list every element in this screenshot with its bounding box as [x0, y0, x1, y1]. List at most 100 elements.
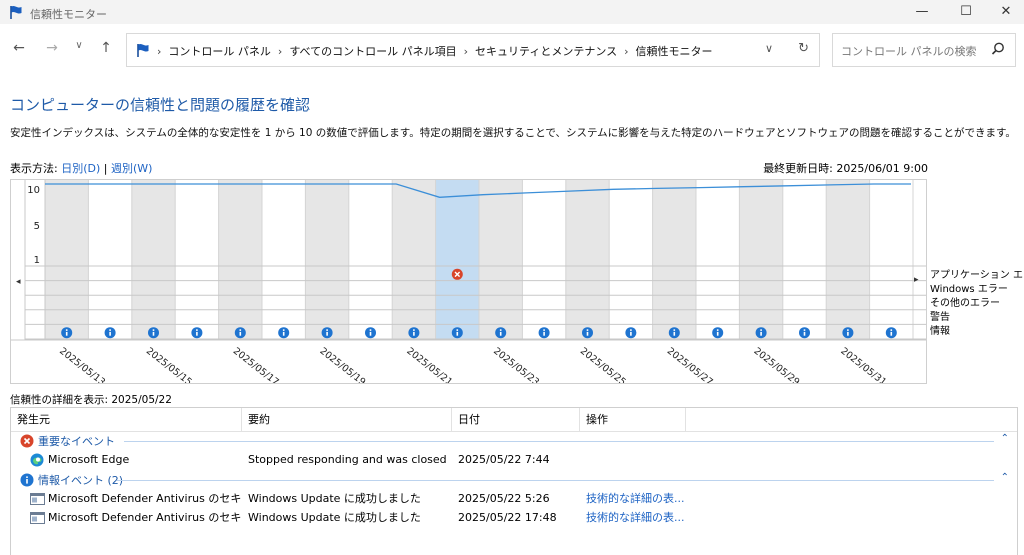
control-panel-flag-icon	[137, 43, 149, 57]
details-table: 発生元 要約 日付 ⌃ 操作 重要なイベント ⌃ Microsoft Edge …	[10, 407, 1018, 555]
refresh-icon[interactable]: ↻	[798, 41, 809, 56]
table-row[interactable]: Microsoft Defender Antivirus のセキュリ... Wi…	[11, 509, 1017, 527]
info-marker-stem	[282, 331, 285, 336]
date-column[interactable]	[392, 180, 436, 340]
date-column[interactable]	[652, 180, 696, 340]
forward-arrow-icon[interactable]: →	[43, 40, 61, 56]
x-tick-label: 2025/05/13	[57, 346, 107, 383]
info-marker-stem	[890, 331, 893, 336]
event-legend: アプリケーション エラー Windows エラー その他のエラー 警告 情報	[930, 269, 1024, 339]
address-bar[interactable]: › コントロール パネル › すべてのコントロール パネル項目 › セキュリティとメンテナ…	[126, 33, 820, 67]
breadcrumb-security-maintenance[interactable]: セキュリティとメンテナンス	[475, 45, 617, 58]
info-marker-dot	[326, 329, 328, 331]
back-arrow-icon[interactable]: ←	[10, 40, 28, 56]
info-marker-stem	[673, 331, 676, 336]
breadcrumb-all-items[interactable]: すべてのコントロール パネル項目	[289, 45, 456, 58]
date-column[interactable]	[826, 180, 870, 340]
reliability-chart[interactable]: 10 5 1 ◂ 2025/05/13 2025/05/15 2025/05/17 2025/…	[10, 179, 927, 388]
row-source: Microsoft Defender Antivirus のセキュリ...	[48, 492, 242, 505]
search-placeholder: コントロール パネルの検索	[841, 45, 977, 58]
info-marker-stem	[109, 331, 111, 336]
table-row[interactable]: Microsoft Edge Stopped responding and wa…	[11, 451, 1017, 469]
info-marker-dot	[673, 329, 676, 331]
view-by-label: 表示方法:	[10, 162, 62, 175]
info-marker-stem	[456, 331, 459, 336]
info-marker-dot	[716, 329, 719, 331]
view-weekly-link[interactable]: 週別(W)	[111, 162, 152, 175]
legend-info: 情報	[930, 326, 950, 337]
collapse-chevron-icon[interactable]: ⌃	[1001, 433, 1009, 444]
header-divider	[11, 431, 1017, 432]
breadcrumb-reliability-monitor[interactable]: 信頼性モニター	[636, 45, 713, 58]
critical-events-group[interactable]: 重要なイベント ⌃	[11, 433, 1017, 449]
error-icon	[20, 434, 34, 448]
date-column[interactable]	[869, 180, 913, 340]
date-column[interactable]	[348, 180, 393, 340]
info-marker-stem	[152, 331, 155, 336]
row-date: 2025/05/22 17:48	[458, 511, 557, 524]
view-by: 表示方法: 日別(D) | 週別(W)	[10, 160, 152, 176]
legend-windows-error: Windows エラー	[930, 284, 1008, 295]
date-column[interactable]	[696, 180, 740, 340]
search-box[interactable]: コントロール パネルの検索	[832, 33, 1016, 67]
info-marker-stem	[239, 331, 242, 336]
date-column[interactable]	[609, 180, 653, 340]
info-marker-dot	[282, 329, 285, 331]
date-column[interactable]	[305, 180, 349, 340]
info-marker-stem	[326, 331, 328, 336]
info-marker-stem	[65, 331, 68, 336]
info-marker-dot	[630, 329, 632, 331]
window-app-icon	[30, 512, 45, 524]
info-marker-stem	[630, 331, 632, 336]
info-marker-dot	[890, 329, 893, 331]
info-events-group[interactable]: 情報イベント (2) ⌃	[11, 472, 1017, 488]
info-marker-stem	[803, 331, 806, 336]
row-source: Microsoft Edge	[48, 453, 130, 466]
reliability-chart-svg: 10 5 1 ◂ 2025/05/13 2025/05/15 2025/05/17 2025/…	[11, 180, 926, 388]
collapse-chevron-icon[interactable]: ⌃	[1001, 472, 1009, 483]
date-column[interactable]	[739, 180, 783, 340]
table-row[interactable]: Microsoft Defender Antivirus のセキュリ... Wi…	[11, 490, 1017, 508]
flag-icon	[10, 5, 22, 19]
address-dropdown-icon[interactable]: ∨	[765, 42, 773, 55]
view-daily-link[interactable]: 日別(D)	[61, 162, 100, 175]
date-column[interactable]	[88, 180, 132, 340]
date-column[interactable]	[175, 180, 219, 340]
scroll-right-icon[interactable]: ▸	[914, 275, 919, 285]
breadcrumb: › コントロール パネル › すべてのコントロール パネル項目 › セキュリティとメンテナ…	[157, 45, 713, 58]
window-app-icon	[30, 493, 45, 505]
details-label: 信頼性の詳細を表示: 2025/05/22	[10, 394, 172, 406]
recent-chevron-icon[interactable]: ∨	[70, 40, 88, 51]
date-column[interactable]	[782, 180, 827, 340]
date-column[interactable]	[565, 180, 610, 340]
date-column[interactable]	[479, 180, 523, 340]
date-column[interactable]	[262, 180, 306, 340]
column-action[interactable]: 操作	[580, 408, 686, 432]
row-summary: Stopped responding and was closed	[248, 453, 447, 466]
date-column[interactable]	[131, 180, 176, 340]
close-button[interactable]: ✕	[984, 0, 1024, 24]
date-column[interactable]	[218, 180, 262, 340]
info-group-title: 情報イベント (2)	[38, 474, 124, 487]
date-column[interactable]	[45, 180, 89, 340]
info-marker-dot	[543, 329, 545, 331]
date-column[interactable]	[522, 180, 566, 340]
column-source[interactable]: 発生元	[11, 408, 242, 432]
date-column[interactable]	[435, 180, 479, 340]
search-icon[interactable]	[989, 40, 1007, 58]
page-description: 安定性インデックスは、システムの全体的な安定性を 1 から 10 の数値で評価し…	[10, 127, 1016, 139]
info-marker-stem	[543, 331, 545, 336]
minimize-button[interactable]: —	[900, 0, 944, 24]
info-marker-stem	[586, 331, 589, 336]
maximize-button[interactable]: ☐	[944, 0, 988, 24]
info-marker-dot	[847, 329, 849, 331]
scroll-left-icon[interactable]: ◂	[16, 277, 21, 287]
legend-warning: 警告	[930, 312, 950, 323]
info-marker-dot	[499, 329, 502, 331]
edge-icon	[30, 453, 44, 467]
technical-details-link[interactable]: 技術的な詳細の表...	[586, 509, 696, 527]
up-arrow-icon[interactable]: ↑	[97, 40, 115, 56]
breadcrumb-control-panel[interactable]: コントロール パネル	[168, 45, 271, 58]
technical-details-link[interactable]: 技術的な詳細の表...	[586, 490, 696, 508]
column-summary[interactable]: 要約	[242, 408, 452, 432]
